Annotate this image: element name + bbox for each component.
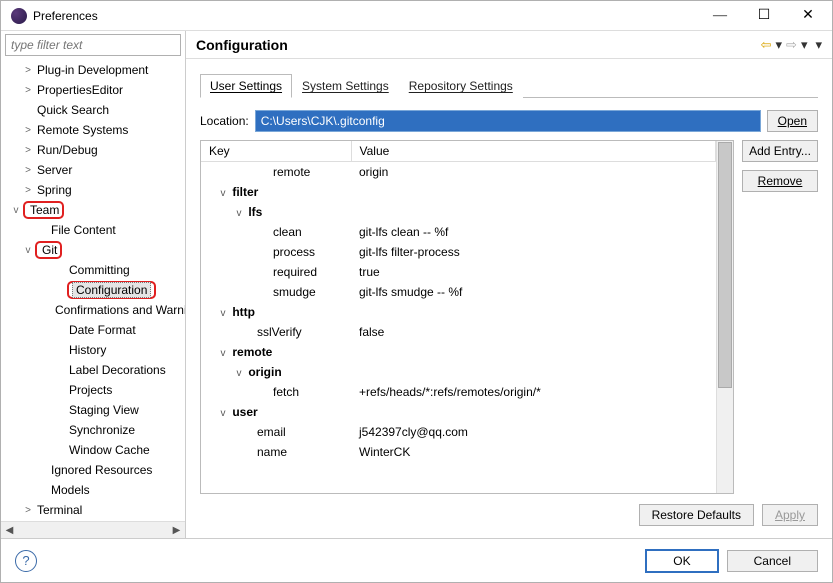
window-title: Preferences (33, 9, 698, 23)
tree-item[interactable]: >Terminal (1, 500, 185, 520)
tree-item[interactable]: Projects (1, 380, 185, 400)
tree-item[interactable]: Label Decorations (1, 360, 185, 380)
tree-item[interactable]: Confirmations and Warnings (1, 300, 185, 320)
footer: ? OK Cancel (1, 538, 832, 582)
tab-system-settings[interactable]: System Settings (292, 74, 399, 98)
nav-icons: ⇦▾ ⇨▾ ▾ (761, 37, 822, 53)
tree-item[interactable]: Window Cache (1, 440, 185, 460)
horizontal-scrollbar[interactable]: ◀ ▶ (1, 521, 185, 538)
tree-item[interactable]: >Server (1, 160, 185, 180)
scroll-left-icon[interactable]: ◀ (1, 525, 18, 536)
table-row[interactable]: smudgegit-lfs smudge -- %f (201, 282, 716, 302)
apply-button[interactable]: Apply (762, 504, 818, 526)
minimize-button[interactable]: — (698, 2, 742, 30)
preferences-tree[interactable]: >Plug-in Development>PropertiesEditorQui… (1, 58, 185, 521)
table-row[interactable]: v origin (201, 362, 716, 382)
cancel-button[interactable]: Cancel (727, 550, 818, 572)
tree-item[interactable]: Models (1, 480, 185, 500)
tab-user-settings[interactable]: User Settings (200, 74, 292, 98)
close-button[interactable]: ✕ (786, 2, 830, 30)
table-row[interactable]: processgit-lfs filter-process (201, 242, 716, 262)
table-row[interactable]: requiredtrue (201, 262, 716, 282)
sidebar: >Plug-in Development>PropertiesEditorQui… (1, 31, 186, 538)
page-title: Configuration (196, 37, 761, 53)
tree-item[interactable]: >PropertiesEditor (1, 80, 185, 100)
maximize-button[interactable]: ☐ (742, 2, 786, 30)
app-icon (11, 8, 27, 24)
table-row[interactable]: v user (201, 402, 716, 422)
filter-input[interactable] (5, 34, 181, 56)
title-bar: Preferences — ☐ ✕ (1, 1, 832, 31)
table-row[interactable]: fetch+refs/heads/*:refs/remotes/origin/* (201, 382, 716, 402)
add-entry-button[interactable]: Add Entry... (742, 140, 818, 162)
tree-item[interactable]: Staging View (1, 400, 185, 420)
back-icon[interactable]: ⇦ (761, 37, 772, 53)
tree-item[interactable]: Ignored Resources (1, 460, 185, 480)
tree-item[interactable]: Date Format (1, 320, 185, 340)
restore-defaults-button[interactable]: Restore Defaults (639, 504, 754, 526)
open-button[interactable]: Open (767, 110, 818, 132)
ok-button[interactable]: OK (645, 549, 718, 573)
table-row[interactable]: v lfs (201, 202, 716, 222)
table-row[interactable]: emailj542397cly@qq.com (201, 422, 716, 442)
tree-item[interactable]: >Remote Systems (1, 120, 185, 140)
tree-item[interactable]: >Plug-in Development (1, 60, 185, 80)
table-row[interactable]: v remote (201, 342, 716, 362)
view-menu-icon[interactable]: ▾ (815, 37, 822, 53)
config-table[interactable]: Key Value remoteoriginv filterv lfsclean… (200, 140, 734, 494)
tree-item[interactable]: File Content (1, 220, 185, 240)
table-row[interactable]: cleangit-lfs clean -- %f (201, 222, 716, 242)
tree-item[interactable]: Quick Search (1, 100, 185, 120)
scroll-right-icon[interactable]: ▶ (168, 525, 185, 536)
content-pane: Configuration ⇦▾ ⇨▾ ▾ User Settings Syst… (186, 31, 832, 538)
table-row[interactable]: remoteorigin (201, 162, 716, 182)
table-row[interactable]: nameWinterCK (201, 442, 716, 462)
col-key[interactable]: Key (201, 141, 351, 162)
tree-item[interactable]: Configuration (1, 280, 185, 300)
tree-item[interactable]: History (1, 340, 185, 360)
back-menu-icon[interactable]: ▾ (776, 37, 783, 53)
col-value[interactable]: Value (351, 141, 716, 162)
forward-icon[interactable]: ⇨ (786, 37, 797, 53)
tree-item[interactable]: Synchronize (1, 420, 185, 440)
table-row[interactable]: v filter (201, 182, 716, 202)
remove-button[interactable]: Remove (742, 170, 818, 192)
tab-bar: User Settings System Settings Repository… (200, 73, 818, 98)
help-icon[interactable]: ? (15, 550, 37, 572)
location-input[interactable] (255, 110, 761, 132)
vertical-scrollbar[interactable] (716, 141, 733, 493)
tree-item[interactable]: >Spring (1, 180, 185, 200)
forward-menu-icon[interactable]: ▾ (801, 37, 808, 53)
tree-item[interactable]: vGit (1, 240, 185, 260)
tree-item[interactable]: Committing (1, 260, 185, 280)
table-row[interactable]: v http (201, 302, 716, 322)
tab-repository-settings[interactable]: Repository Settings (399, 74, 523, 98)
location-label: Location: (200, 114, 249, 128)
table-row[interactable]: sslVerifyfalse (201, 322, 716, 342)
tree-item[interactable]: vTeam (1, 200, 185, 220)
tree-item[interactable]: >Run/Debug (1, 140, 185, 160)
